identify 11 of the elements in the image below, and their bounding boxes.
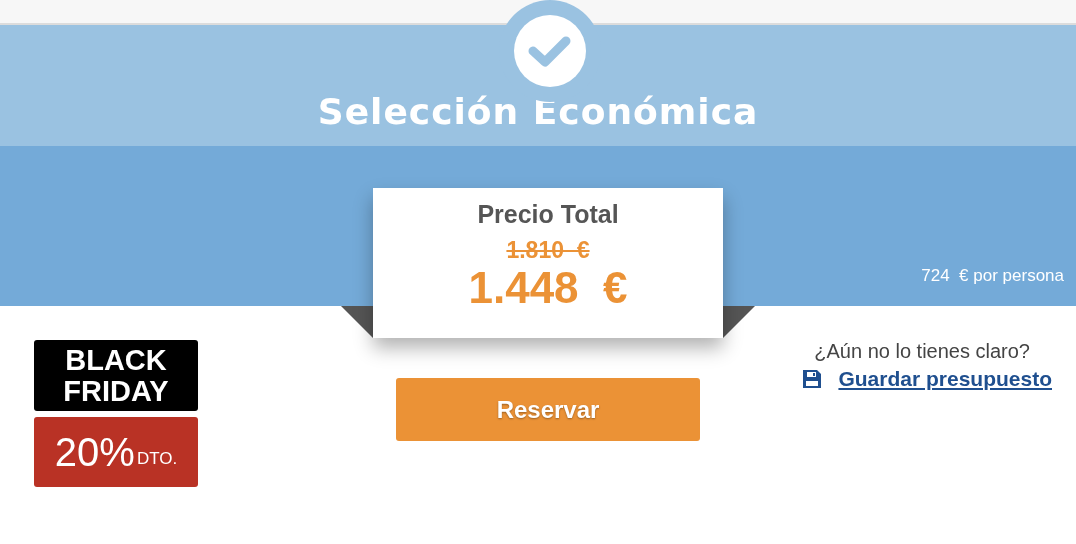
plan-title: Selección Económica xyxy=(317,91,759,132)
old-price: 1.810 € xyxy=(506,237,590,264)
total-price: 1.448 € xyxy=(468,264,628,313)
checkmark-icon xyxy=(514,15,586,87)
price-label: Precio Total xyxy=(477,200,619,229)
save-quote-link[interactable]: Guardar presupuesto xyxy=(838,367,1052,391)
discount-label: 20%DTO. xyxy=(34,417,198,487)
undecided-text: ¿Aún no lo tienes claro? xyxy=(814,340,1030,363)
save-icon xyxy=(802,369,823,389)
promo-title: BLACK FRIDAY xyxy=(34,340,198,411)
per-person-price: 724 € por persona xyxy=(921,266,1064,286)
